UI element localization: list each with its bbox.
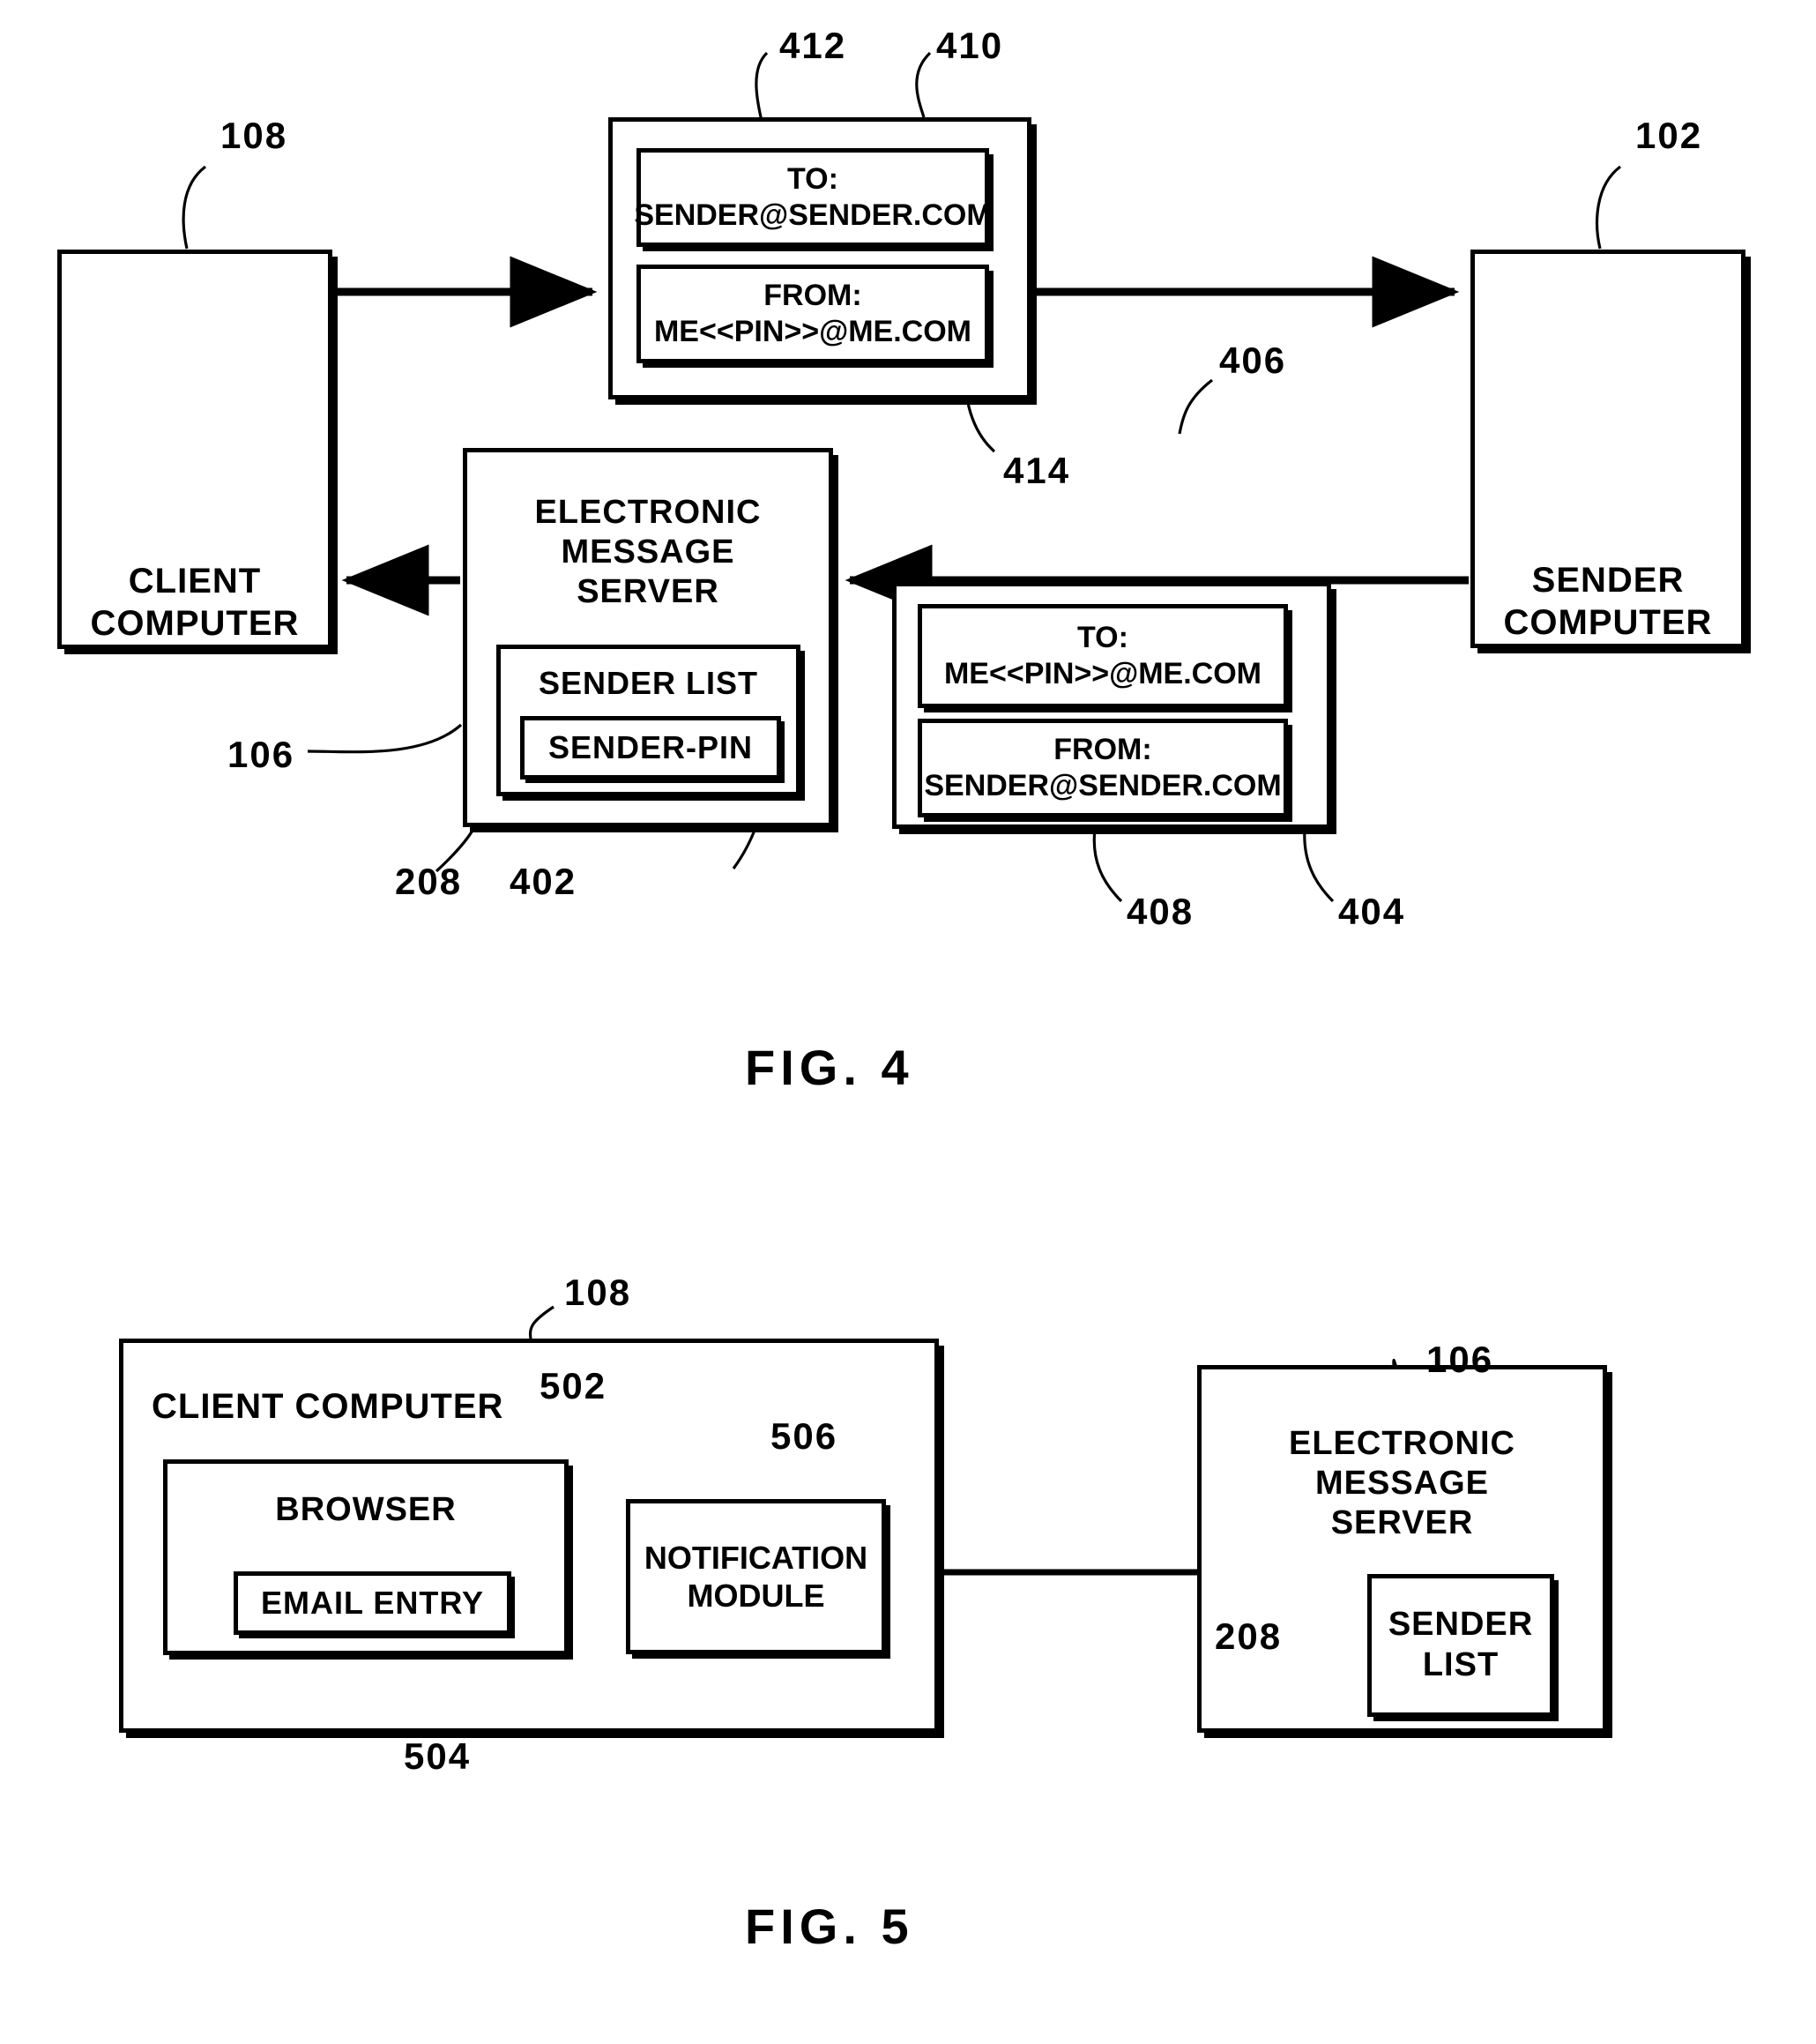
fig5-notification-module-box: NOTIFICATION MODULE bbox=[626, 1499, 886, 1654]
fig4-ref-408: 408 bbox=[1127, 891, 1195, 932]
fig5-ref-208: 208 bbox=[1215, 1615, 1283, 1657]
fig4-ref-414: 414 bbox=[1003, 450, 1071, 491]
fig5-ref-502: 502 bbox=[540, 1365, 607, 1406]
fig4-sender-pin-box: SENDER-PIN bbox=[520, 716, 781, 780]
fig5-client-computer-label: CLIENT COMPUTER bbox=[152, 1387, 504, 1426]
fig4-ref-208: 208 bbox=[395, 861, 463, 902]
leader-108-fig5 bbox=[528, 1305, 554, 1339]
fig4-sender-computer-box: SENDER COMPUTER bbox=[1470, 250, 1745, 648]
fig5-ref-106: 106 bbox=[1426, 1339, 1494, 1380]
fig4-sender-list-label: SENDER LIST bbox=[538, 665, 759, 701]
fig4-inbound-to-field: TO: ME<<PIN>>@ME.COM bbox=[918, 604, 1288, 708]
fig5-client-computer-box: CLIENT COMPUTER BROWSER EMAIL ENTRY NOTI… bbox=[119, 1339, 939, 1733]
fig5-browser-box: BROWSER EMAIL ENTRY bbox=[163, 1459, 569, 1655]
fig4-inbound-from-text: FROM: SENDER@SENDER.COM bbox=[924, 733, 1282, 802]
fig4-inbound-message-box: TO: ME<<PIN>>@ME.COM FROM: SENDER@SENDER… bbox=[892, 582, 1331, 829]
fig5-message-server-box: ELECTRONIC MESSAGE SERVER SENDER LIST bbox=[1197, 1365, 1607, 1733]
fig4-ref-402: 402 bbox=[510, 861, 577, 902]
fig4-ref-106: 106 bbox=[227, 734, 295, 775]
fig5-message-server-label: ELECTRONIC MESSAGE SERVER bbox=[1289, 1425, 1515, 1541]
fig4-outbound-message-box: TO: SENDER@SENDER.COM FROM: ME<<PIN>>@ME… bbox=[608, 117, 1031, 399]
fig5-email-entry-label: EMAIL ENTRY bbox=[260, 1585, 484, 1622]
fig5-ref-108: 108 bbox=[564, 1272, 632, 1313]
fig5-email-entry-box: EMAIL ENTRY bbox=[234, 1571, 511, 1635]
leader-106-fig4 bbox=[307, 723, 463, 754]
fig5-sender-list-box: SENDER LIST bbox=[1367, 1574, 1554, 1717]
leader-408 bbox=[1092, 828, 1123, 903]
fig4-ref-406: 406 bbox=[1219, 339, 1287, 381]
fig4-ref-404: 404 bbox=[1338, 891, 1406, 932]
fig4-outbound-from-text: FROM: ME<<PIN>>@ME.COM bbox=[653, 279, 972, 348]
fig4-message-server-box: ELECTRONIC MESSAGE SERVER SENDER LIST SE… bbox=[463, 448, 833, 827]
leader-108-fig4 bbox=[182, 165, 206, 250]
fig4-sender-list-box: SENDER LIST SENDER-PIN bbox=[496, 645, 800, 796]
fig4-ref-410: 410 bbox=[936, 25, 1004, 66]
fig5-ref-504: 504 bbox=[404, 1735, 472, 1777]
fig4-sender-computer-label: SENDER COMPUTER bbox=[1503, 561, 1713, 642]
fig4-inbound-from-field: FROM: SENDER@SENDER.COM bbox=[918, 719, 1288, 817]
fig4-message-server-label: ELECTRONIC MESSAGE SERVER bbox=[534, 494, 762, 610]
fig4-outbound-to-text: TO: SENDER@SENDER.COM bbox=[634, 162, 992, 232]
fig4-outbound-from-field: FROM: ME<<PIN>>@ME.COM bbox=[636, 265, 989, 363]
fig4-ref-108: 108 bbox=[220, 115, 288, 156]
leader-406 bbox=[1178, 378, 1213, 435]
fig4-inbound-to-text: TO: ME<<PIN>>@ME.COM bbox=[943, 621, 1262, 690]
leader-404 bbox=[1303, 828, 1335, 903]
fig4-caption: FIG. 4 bbox=[745, 1040, 914, 1095]
fig5-browser-label: BROWSER bbox=[275, 1491, 457, 1528]
fig5-sender-list-label: SENDER LIST bbox=[1388, 1606, 1534, 1683]
fig4-outbound-to-field: TO: SENDER@SENDER.COM bbox=[634, 148, 992, 247]
fig4-client-computer-box: CLIENT COMPUTER bbox=[57, 250, 332, 649]
fig5-notification-module-label: NOTIFICATION MODULE bbox=[644, 1539, 868, 1614]
fig4-ref-102: 102 bbox=[1635, 115, 1703, 156]
leader-410 bbox=[915, 51, 932, 118]
patent-drawing-sheet: CLIENT COMPUTER 108 SENDER COMPUTER 102 … bbox=[0, 0, 1816, 2044]
fig4-ref-412: 412 bbox=[779, 25, 847, 66]
leader-102-fig4 bbox=[1596, 165, 1621, 250]
fig4-sender-pin-label: SENDER-PIN bbox=[547, 729, 754, 766]
fig5-ref-506: 506 bbox=[770, 1415, 838, 1457]
fig5-caption: FIG. 5 bbox=[745, 1899, 914, 1954]
fig4-client-computer-label: CLIENT COMPUTER bbox=[90, 562, 300, 643]
